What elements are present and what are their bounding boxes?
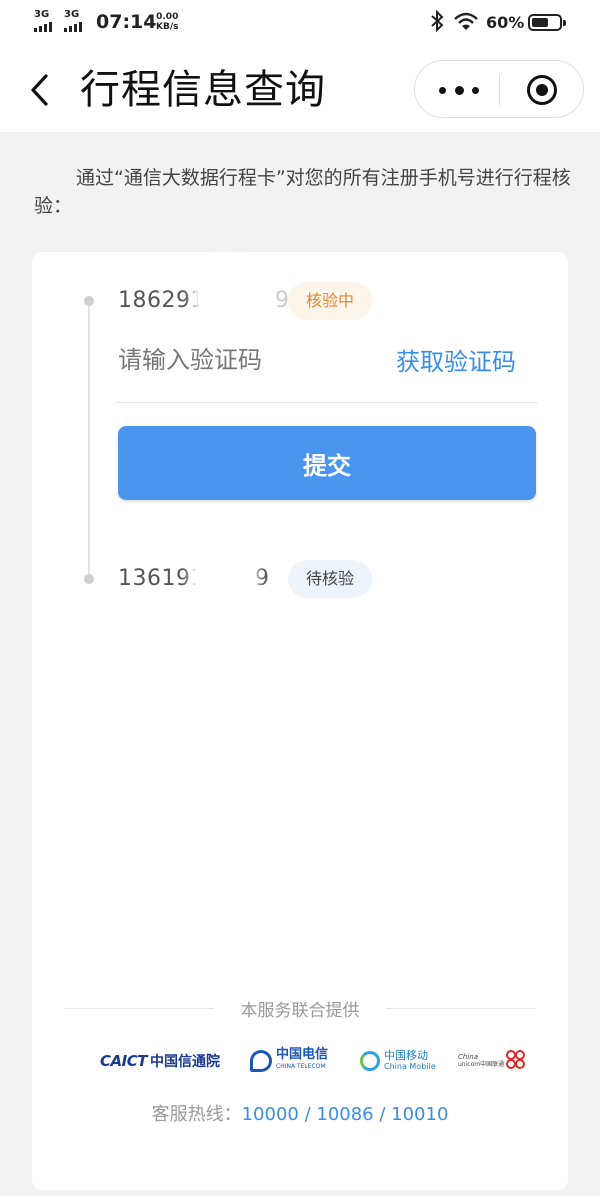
signal-icon: 3G: [34, 10, 52, 32]
privacy-mask: [196, 550, 252, 606]
more-icon[interactable]: [439, 81, 479, 99]
timeline-dot: [84, 296, 94, 306]
net-rate-unit: KB/s: [156, 22, 179, 32]
battery-fill: [532, 18, 548, 27]
get-code-link[interactable]: 获取验证码: [396, 342, 516, 377]
phone-number-start: 186291: [118, 288, 205, 313]
wifi-icon: [454, 12, 478, 32]
china-telecom-logo: 中国电信 CHINA TELECOM: [250, 1046, 328, 1076]
status-badge-verifying: 核验中: [288, 282, 373, 320]
china-unicom-logo: China unicom中国联通: [458, 1046, 528, 1076]
net-rate: 0.00 KB/s: [156, 12, 178, 32]
signal-1-label: 3G: [34, 9, 50, 20]
privacy-mask: [198, 262, 252, 318]
bluetooth-icon: [430, 9, 444, 37]
provided-by-label: 本服务联合提供: [240, 1001, 360, 1021]
mobile-mark-icon: [360, 1051, 380, 1071]
telecom-mark-icon: [250, 1050, 272, 1072]
china-mobile-logo: 中国移动 China Mobile: [360, 1046, 436, 1076]
net-rate-value: 0.00: [156, 12, 179, 22]
signal-2-label: 3G: [64, 9, 80, 20]
back-icon[interactable]: [28, 72, 52, 108]
input-divider: [116, 402, 538, 403]
mini-program-capsule: [414, 60, 584, 118]
status-time: 07:14: [96, 11, 157, 33]
status-badge-pending: 待核验: [288, 560, 373, 598]
page-title: 行程信息查询: [80, 67, 326, 113]
hotline: 客服热线：10000 / 10086 / 10010: [32, 1100, 568, 1126]
status-bar: 3G 3G 07:14 0.00 KB/s 60%: [0, 0, 600, 48]
partner-logos: CAICT 中国信通院 中国电信 CHINA TELECOM 中国移动 Chin…: [32, 1046, 568, 1076]
battery-icon: [528, 14, 566, 31]
hotline-label: 客服热线：: [151, 1104, 242, 1125]
hotline-numbers[interactable]: 10000 / 10086 / 10010: [242, 1104, 449, 1125]
capsule-divider: [499, 75, 500, 105]
phone-number-start: 136191: [118, 566, 205, 591]
intro-text: 通过“通信大数据行程卡”对您的所有注册手机号进行行程核验：: [34, 167, 571, 217]
phone-number-end: 9: [254, 566, 270, 591]
unicom-knot-icon: [506, 1050, 528, 1072]
caict-logo: CAICT 中国信通院: [100, 1052, 220, 1070]
nav-header: 行程信息查询: [0, 48, 600, 132]
submit-button[interactable]: 提交: [118, 426, 536, 500]
close-mini-program-icon[interactable]: [527, 75, 557, 105]
signal-icon: 3G: [64, 10, 82, 32]
verification-card: 1862919 核验中 获取验证码 提交 1361919 待核验 本服务联合提供…: [32, 252, 568, 1190]
timeline-dot: [84, 574, 94, 584]
timeline-line: [88, 302, 90, 578]
verification-code-input[interactable]: [118, 342, 378, 378]
battery-percent: 60%: [486, 13, 525, 32]
